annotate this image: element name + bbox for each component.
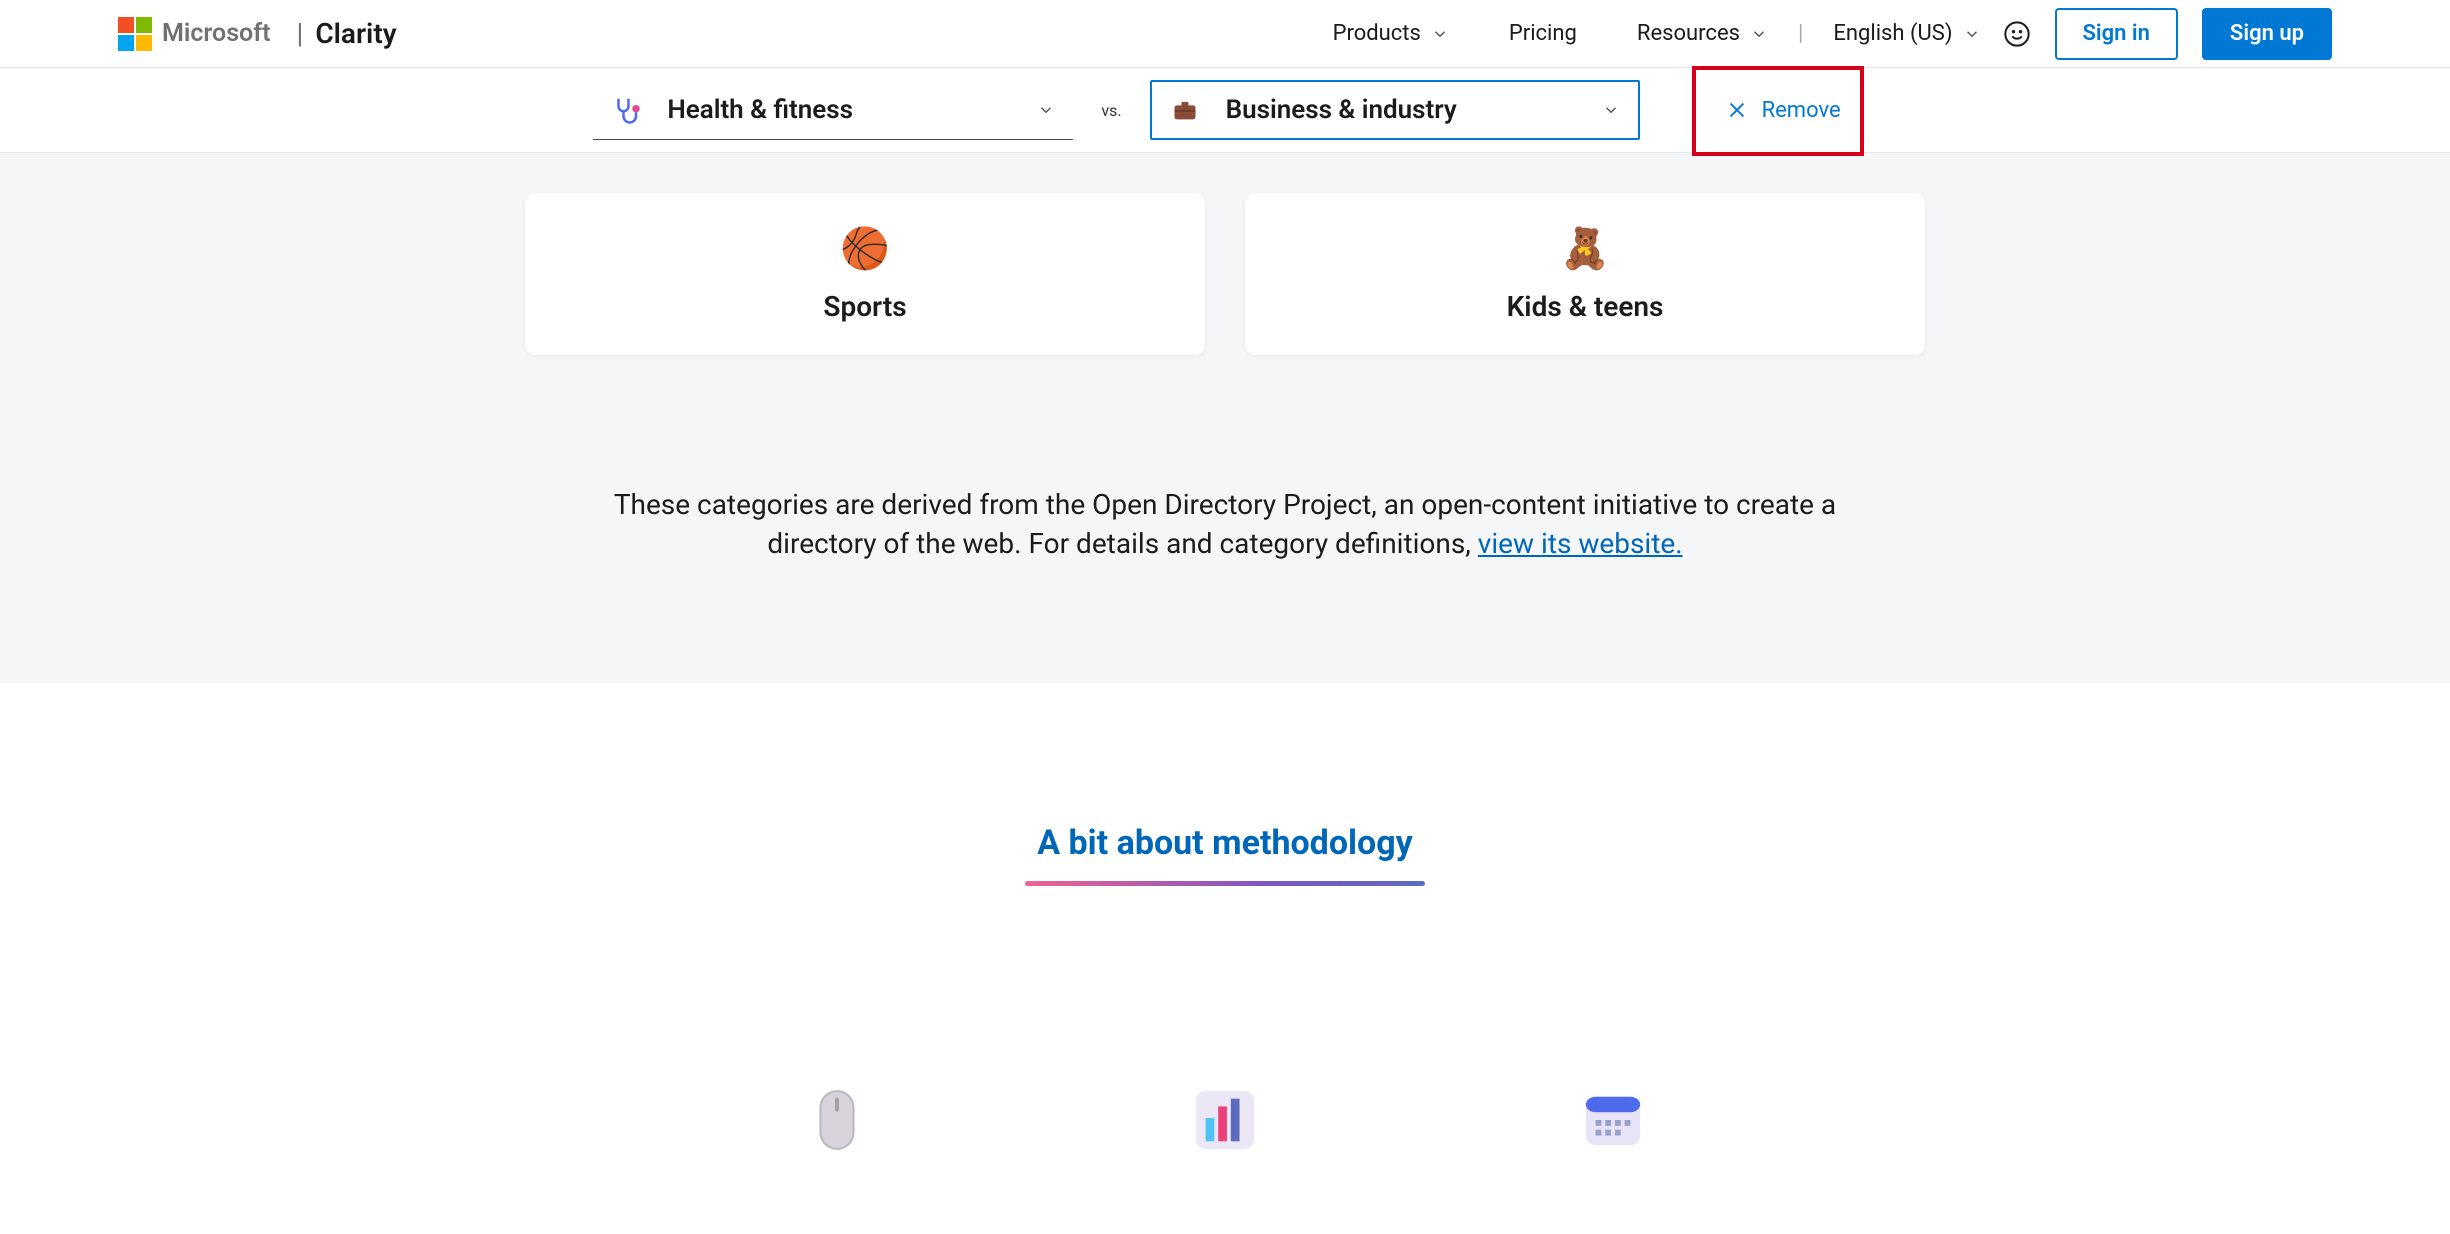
category-card-sports[interactable]: 🏀 Sports [525, 193, 1205, 355]
bar-chart-icon [1191, 1086, 1259, 1154]
top-navigation: Microsoft | Clarity Products Pricing Res… [0, 0, 2450, 68]
sign-up-button[interactable]: Sign up [2202, 8, 2332, 60]
language-label: English (US) [1833, 21, 1952, 46]
sign-in-button[interactable]: Sign in [2055, 8, 2178, 60]
close-icon [1726, 99, 1748, 121]
category-card-label: Kids & teens [1507, 290, 1664, 323]
nav-pricing-label: Pricing [1509, 21, 1577, 46]
methodology-section: A bit about methodology [0, 683, 2450, 1234]
open-directory-link[interactable]: view its website. [1478, 527, 1683, 560]
chevron-down-icon [1431, 25, 1449, 43]
category-cards-row: 🏀 Sports 🧸 Kids & teens [0, 193, 2450, 355]
nav-resources[interactable]: Resources [1637, 21, 1768, 46]
methodology-icons-row [0, 1086, 2450, 1154]
nav-separator: | [1798, 21, 1803, 46]
compare-left-selector[interactable]: Health & fitness [593, 80, 1073, 140]
product-name[interactable]: Clarity [315, 17, 396, 50]
sign-up-label: Sign up [2230, 21, 2304, 46]
remove-comparison-button[interactable]: Remove [1710, 88, 1857, 133]
feedback-smiley-icon[interactable] [2003, 20, 2031, 48]
category-card-kids[interactable]: 🧸 Kids & teens [1245, 193, 1925, 355]
chevron-down-icon [1963, 25, 1981, 43]
category-card-label: Sports [823, 290, 906, 323]
brand-separator: | [297, 17, 304, 50]
chevron-down-icon [1602, 101, 1620, 119]
compare-left-label: Health & fitness [667, 95, 1037, 125]
basketball-icon: 🏀 [840, 225, 890, 272]
language-selector[interactable]: English (US) [1833, 21, 1980, 46]
methodology-heading-wrap: A bit about methodology [0, 823, 2450, 886]
sign-in-label: Sign in [2083, 21, 2150, 46]
stethoscope-icon [611, 95, 641, 125]
nav-products-label: Products [1333, 21, 1421, 46]
primary-nav-links: Products Pricing Resources [1333, 21, 1768, 46]
microsoft-logo-text: Microsoft [162, 19, 271, 48]
categories-section: 🏀 Sports 🧸 Kids & teens These categories… [0, 153, 2450, 683]
calendar-icon [1579, 1086, 1647, 1154]
briefcase-icon [1170, 95, 1200, 125]
categories-description: These categories are derived from the Op… [575, 485, 1875, 563]
microsoft-logo[interactable]: Microsoft [118, 17, 271, 51]
vs-label: vs. [1101, 101, 1121, 120]
remove-label: Remove [1762, 98, 1841, 123]
compare-bar: Health & fitness vs. Business & industry… [0, 68, 2450, 153]
chevron-down-icon [1037, 101, 1055, 119]
methodology-title: A bit about methodology [1037, 823, 1413, 877]
chevron-down-icon [1750, 25, 1768, 43]
nav-products[interactable]: Products [1333, 21, 1449, 46]
compare-right-selector[interactable]: Business & industry [1150, 80, 1640, 140]
nav-resources-label: Resources [1637, 21, 1740, 46]
teddy-bear-icon: 🧸 [1560, 225, 1610, 272]
microsoft-logo-icon [118, 17, 152, 51]
compare-right-label: Business & industry [1226, 95, 1602, 125]
nav-pricing[interactable]: Pricing [1509, 21, 1577, 46]
gradient-underline [1025, 881, 1425, 886]
mouse-icon [803, 1086, 871, 1154]
